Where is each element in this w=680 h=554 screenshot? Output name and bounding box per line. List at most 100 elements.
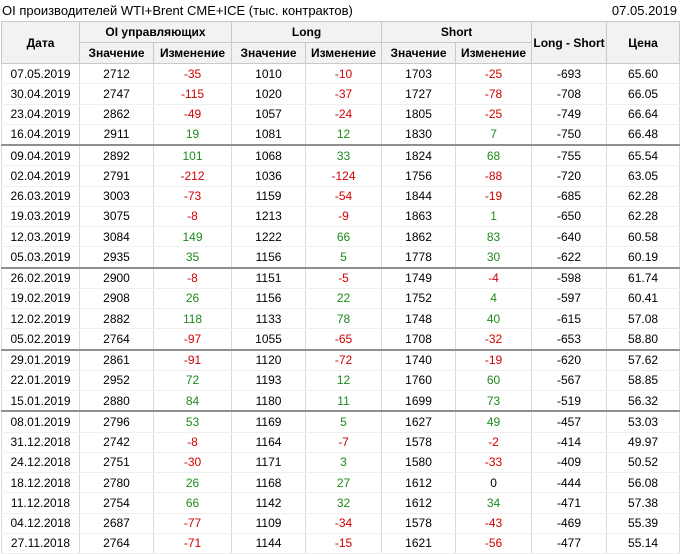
long-value: 1036 [231,165,307,187]
long-change: 12 [305,124,383,146]
price-value: 58.80 [606,328,680,350]
oi-value: 2935 [79,246,154,268]
long-value: 1142 [231,492,307,514]
short-change: 68 [455,144,533,167]
oi-change: -71 [152,533,233,554]
short-value: 1612 [381,492,457,514]
oi-value: 2780 [79,472,154,494]
price-value: 57.62 [606,348,680,371]
short-change: 7 [455,124,533,146]
table-row: 16.04.2019 2911 19 1081 12 1830 7 -750 66.48 [1,124,680,146]
col-oi-change-header: Изменение [152,42,233,64]
long-change: -9 [305,206,383,228]
long-change: 66 [305,226,383,248]
row-date: 05.03.2019 [1,246,80,268]
long-short-value: -471 [531,492,608,514]
row-date: 12.03.2019 [1,226,80,248]
long-change: -24 [305,104,383,125]
table-row: 27.11.2018 2764 -71 1144 -15 1621 -56 -477 55.14 [1,533,680,554]
long-change: -7 [305,432,383,453]
table-row: 26.03.2019 3003 -73 1159 -54 1844 -19 -685 62.28 [1,186,680,207]
oi-value: 3003 [79,186,154,207]
long-short-value: -477 [531,533,608,554]
short-value: 1760 [381,370,457,392]
long-change: -15 [305,533,383,554]
long-value: 1057 [231,104,307,125]
row-date: 19.03.2019 [1,206,80,228]
short-value: 1756 [381,165,457,187]
long-short-value: -720 [531,165,608,187]
long-value: 1168 [231,472,307,494]
long-change: 33 [305,144,383,167]
oi-change: -8 [152,432,233,453]
short-change: 0 [455,472,533,494]
row-date: 09.04.2019 [1,144,80,167]
long-short-value: -755 [531,144,608,167]
table-row: 07.05.2019 2712 -35 1010 -10 1703 -25 -693 65.60 [1,63,680,85]
long-short-value: -650 [531,206,608,228]
row-date: 30.04.2019 [1,83,80,105]
long-value: 1222 [231,226,307,248]
oi-value: 2892 [79,144,154,167]
oi-change: 72 [152,370,233,392]
table-row: 04.12.2018 2687 -77 1109 -34 1578 -43 -469 55.39 [1,513,680,534]
short-change: -4 [455,266,533,289]
long-value: 1010 [231,63,307,85]
short-change: -19 [455,186,533,207]
long-short-value: -444 [531,472,608,494]
price-value: 55.14 [606,533,680,554]
long-short-value: -620 [531,348,608,371]
table-row: 12.03.2019 3084 149 1222 66 1862 83 -640 60.58 [1,226,680,248]
long-short-value: -615 [531,308,608,330]
oi-value: 3075 [79,206,154,228]
short-change: -43 [455,513,533,534]
row-date: 26.03.2019 [1,186,80,207]
short-value: 1627 [381,410,457,433]
short-value: 1580 [381,452,457,474]
price-value: 56.08 [606,472,680,494]
long-value: 1193 [231,370,307,392]
row-date: 27.11.2018 [1,533,80,554]
oi-change: 35 [152,246,233,268]
short-value: 1612 [381,472,457,494]
short-change: 30 [455,246,533,268]
row-date: 26.02.2019 [1,266,80,289]
long-change: -65 [305,328,383,350]
table-row: 02.04.2019 2791 -212 1036 -124 1756 -88 -720 63.… [1,165,680,187]
table-row: 31.12.2018 2742 -8 1164 -7 1578 -2 -414 49.97 [1,432,680,453]
col-short-value-header: Значение [381,42,457,64]
long-value: 1159 [231,186,307,207]
short-value: 1621 [381,533,457,554]
oi-change: 26 [152,472,233,494]
long-short-value: -414 [531,432,608,453]
short-value: 1578 [381,513,457,534]
price-value: 62.28 [606,206,680,228]
table-body: 07.05.2019 2712 -35 1010 -10 1703 -25 -693 65.60… [1,63,680,554]
short-change: 60 [455,370,533,392]
row-date: 12.02.2019 [1,308,80,330]
short-change: -25 [455,63,533,85]
oi-change: -73 [152,186,233,207]
long-short-value: -749 [531,104,608,125]
table-row: 15.01.2019 2880 84 1180 11 1699 73 -519 56.32 [1,390,680,412]
long-change: 3 [305,452,383,474]
long-change: -54 [305,186,383,207]
oi-value: 2751 [79,452,154,474]
oi-change: 26 [152,288,233,310]
price-value: 56.32 [606,390,680,412]
short-value: 1708 [381,328,457,350]
row-date: 15.01.2019 [1,390,80,412]
price-value: 57.08 [606,308,680,330]
long-change: 22 [305,288,383,310]
row-date: 22.01.2019 [1,370,80,392]
short-value: 1740 [381,348,457,371]
table-row: 24.12.2018 2751 -30 1171 3 1580 -33 -409 50.52 [1,452,680,474]
oi-change: -35 [152,63,233,85]
table-row: 11.12.2018 2754 66 1142 32 1612 34 -471 57.38 [1,492,680,514]
short-value: 1749 [381,266,457,289]
long-change: -72 [305,348,383,371]
table-row: 22.01.2019 2952 72 1193 12 1760 60 -567 58.85 [1,370,680,392]
oi-change: 19 [152,124,233,146]
price-value: 65.54 [606,144,680,167]
long-value: 1156 [231,246,307,268]
